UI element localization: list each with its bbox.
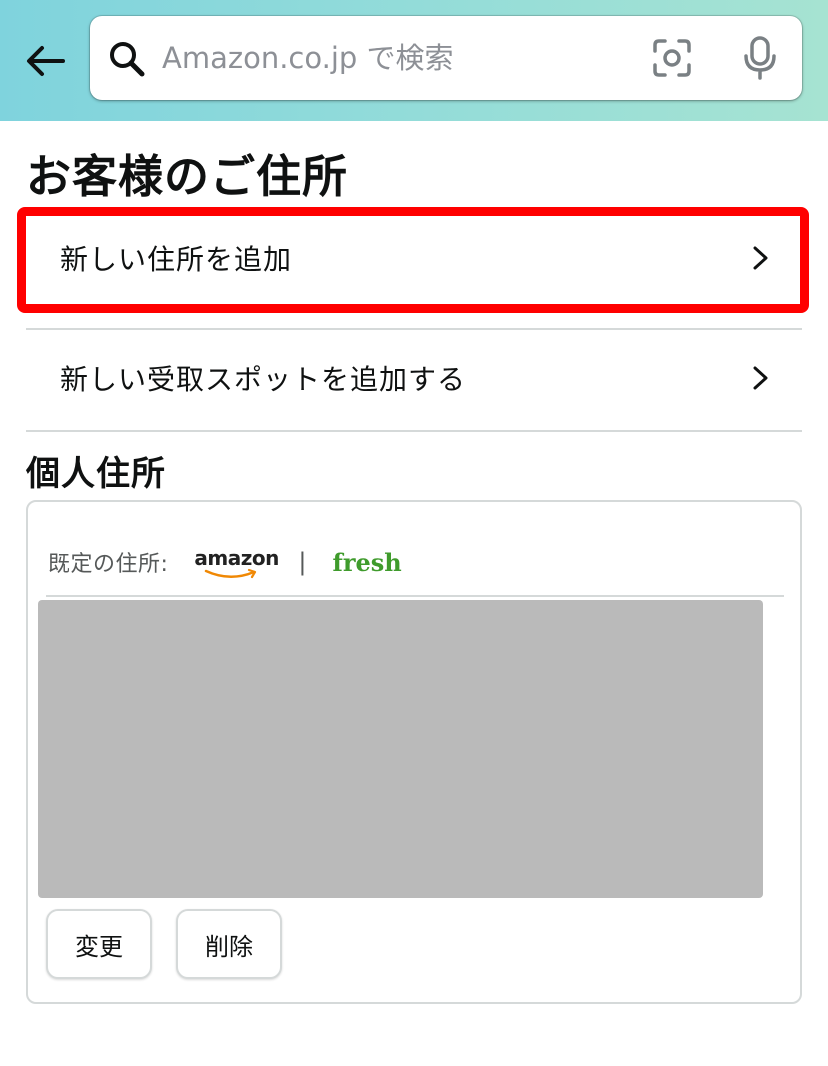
search-bar[interactable] <box>90 16 802 100</box>
search-icon <box>110 42 145 77</box>
top-bar <box>0 0 828 121</box>
address-card: 既定の住所: amazon | fresh 変更 削除 <box>26 500 802 1004</box>
page-title: お客様のご住所 <box>26 150 349 203</box>
add-pickup-spot-row[interactable]: 新しい受取スポットを追加する <box>26 330 802 426</box>
chevron-right-icon <box>753 246 768 270</box>
default-address-row: 既定の住所: amazon | fresh <box>48 542 402 582</box>
fresh-logo: fresh <box>332 547 402 577</box>
amazon-logo-text: amazon <box>194 546 279 570</box>
amazon-smile-icon <box>205 568 257 579</box>
back-button[interactable] <box>18 38 72 84</box>
arrow-left-icon <box>27 46 65 76</box>
edit-address-button[interactable]: 変更 <box>46 909 152 979</box>
camera-scan-icon[interactable] <box>652 38 692 78</box>
add-address-row[interactable]: 新しい住所を追加 <box>26 210 802 306</box>
search-input[interactable] <box>162 34 632 82</box>
section-title-personal-addresses: 個人住所 <box>26 454 166 494</box>
add-address-label: 新しい住所を追加 <box>60 243 293 276</box>
logo-separator: | <box>298 548 307 576</box>
card-divider <box>46 595 784 597</box>
delete-address-button[interactable]: 削除 <box>176 909 282 979</box>
divider <box>26 430 802 432</box>
microphone-icon[interactable] <box>742 36 778 80</box>
add-pickup-spot-label: 新しい受取スポットを追加する <box>60 363 467 396</box>
amazon-logo: amazon <box>194 542 279 582</box>
default-address-label: 既定の住所: <box>48 552 169 577</box>
chevron-right-icon <box>753 366 768 390</box>
redacted-address-block <box>38 600 763 898</box>
